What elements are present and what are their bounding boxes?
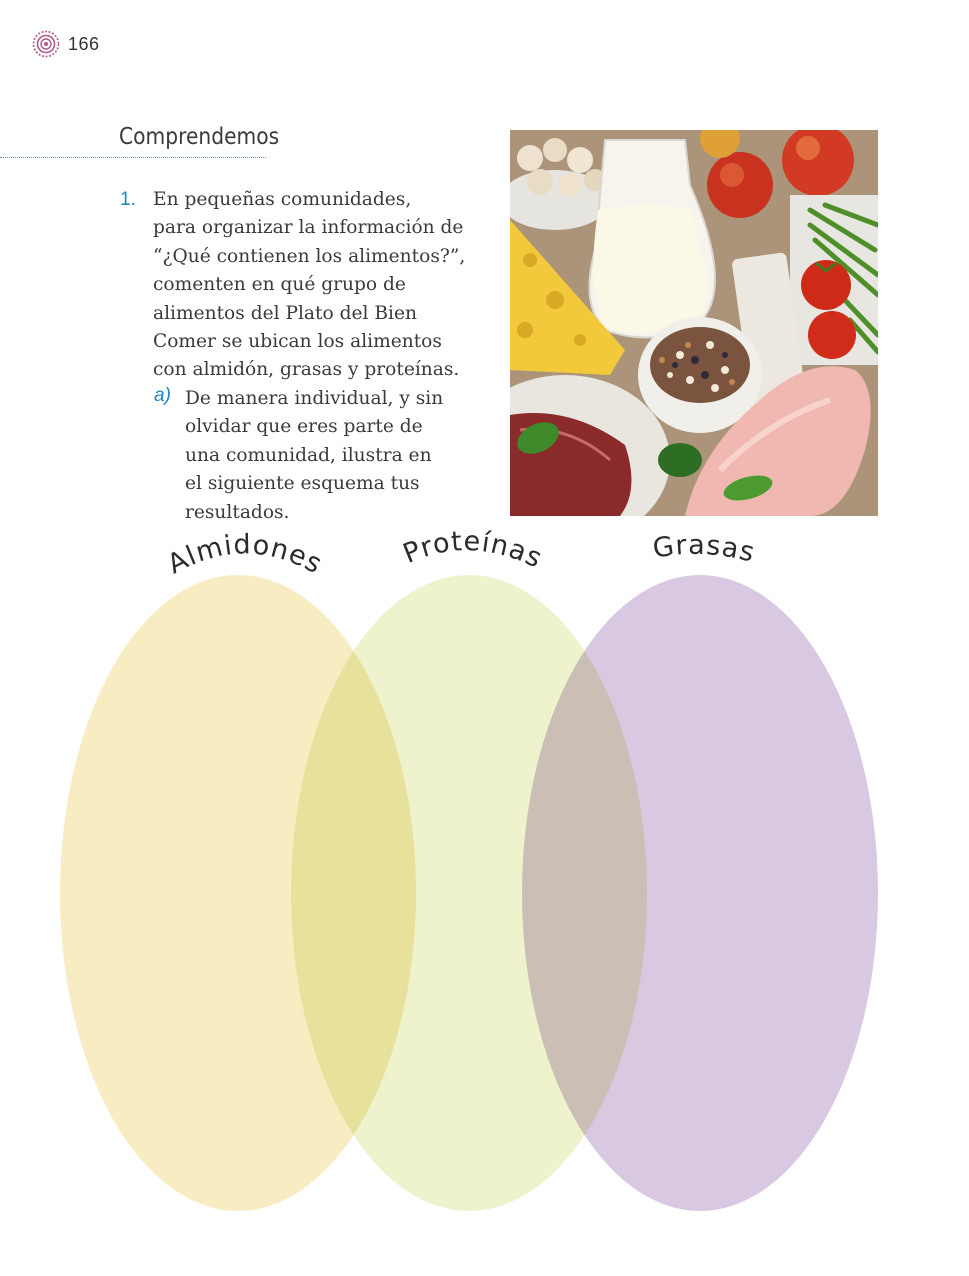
question-number: 1. — [120, 189, 136, 210]
section-title: Comprendemos — [119, 124, 280, 150]
subquestion-line: una comunidad, ilustra en — [185, 444, 432, 466]
subquestion-line: el siguiente esquema tus — [185, 473, 420, 495]
subquestion-label: a) — [154, 385, 171, 406]
venn-label-grasas: Grasas — [651, 530, 759, 569]
subquestion-text: De manera individual, y sin olvidar que … — [185, 385, 485, 527]
subquestion-line: De manera individual, y sin — [185, 388, 444, 409]
question-text: En pequeñas comunidades, para organizar … — [153, 186, 498, 385]
subquestion-line: olvidar que eres parte de — [185, 416, 423, 438]
venn-label-proteinas: Proteínas — [399, 526, 547, 575]
question-line: alimentos del Plato del Bien — [153, 302, 417, 324]
question-line: Comer se ubican los alimentos — [153, 331, 442, 353]
question-line: para organizar la información de — [153, 217, 464, 239]
page-number: 166 — [68, 34, 100, 54]
venn-label-proteinas-text: Proteínas — [399, 526, 546, 575]
question-line: “¿Qué contienen los alimentos?”, — [153, 245, 466, 267]
question-line: comenten en qué grupo de — [153, 274, 406, 296]
venn-label-grasas-text: Grasas — [651, 530, 758, 569]
venn-diagram: Almidones Proteínas Grasas — [60, 526, 878, 1211]
title-divider — [0, 157, 266, 158]
venn-circle-grasas — [522, 575, 878, 1211]
venn-label-almidones-text: Almidones — [163, 529, 327, 580]
food-photo — [510, 130, 878, 516]
question-line: con almidón, grasas y proteínas. — [153, 359, 460, 381]
concentric-circle-icon — [32, 30, 60, 58]
question-line: En pequeñas comunidades, — [153, 189, 412, 210]
venn-label-almidones: Almidones — [163, 529, 328, 580]
